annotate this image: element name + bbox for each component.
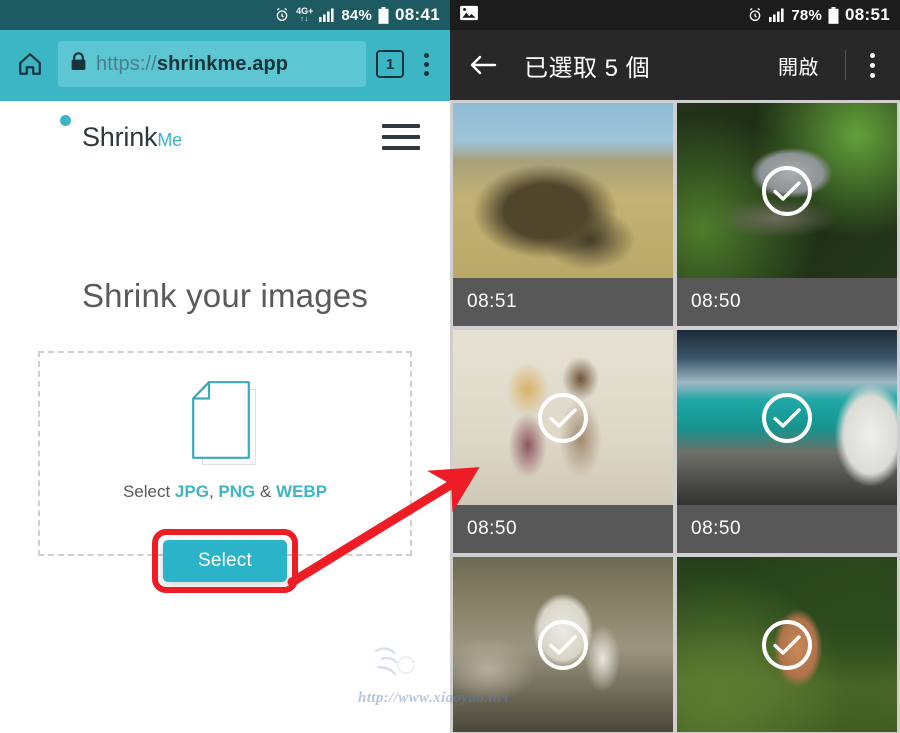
grid-item[interactable] bbox=[677, 557, 897, 732]
address-bar[interactable]: https://shrinkme.app bbox=[58, 41, 366, 87]
checkmark-circle-icon[interactable] bbox=[762, 392, 812, 443]
photo-timestamp: 08:50 bbox=[453, 505, 673, 553]
right-status-time: 08:51 bbox=[845, 5, 890, 24]
grid-item[interactable]: 08:50 bbox=[453, 330, 673, 553]
dropzone-formats-label: Select JPG, PNG & WEBP bbox=[123, 482, 327, 502]
format-png: PNG bbox=[218, 482, 256, 501]
signal-bars-icon bbox=[769, 8, 785, 22]
browser-phone-panel: 4G+ ↑↓ 84% 08:41 https://shrinkme.app 1 … bbox=[0, 0, 450, 733]
battery-icon bbox=[378, 6, 389, 24]
selection-count-title: 已選取 5 個 bbox=[524, 54, 651, 82]
document-file-icon bbox=[192, 381, 258, 465]
photo-thumbnail[interactable] bbox=[453, 330, 673, 505]
picker-menu-icon[interactable] bbox=[860, 52, 884, 78]
photo-thumbnail[interactable] bbox=[453, 557, 673, 732]
home-icon[interactable] bbox=[12, 46, 48, 82]
photo-thumbnail[interactable] bbox=[677, 330, 897, 505]
brand-name-suffix: Me bbox=[157, 129, 182, 150]
alarm-clock-icon bbox=[274, 7, 290, 23]
photo-timestamp: 08:50 bbox=[677, 505, 897, 553]
lock-icon bbox=[70, 52, 87, 76]
browser-menu-icon[interactable] bbox=[414, 52, 438, 76]
left-status-time: 08:41 bbox=[395, 5, 440, 24]
checkmark-circle-icon[interactable] bbox=[762, 619, 812, 670]
checkmark-circle-icon[interactable] bbox=[538, 392, 588, 443]
site-header: ShrinkMe bbox=[0, 101, 450, 173]
right-status-bar: 78% 08:51 bbox=[450, 0, 900, 30]
photo-timestamp: 08:51 bbox=[453, 278, 673, 326]
url-scheme: https:// bbox=[96, 52, 157, 75]
format-jpg: JPG bbox=[174, 482, 209, 501]
page-title: Shrink your images bbox=[81, 277, 369, 314]
elephant-photo bbox=[453, 103, 673, 278]
grid-item[interactable]: 08:50 bbox=[677, 330, 897, 553]
shrinkme-logo-icon bbox=[30, 115, 71, 157]
open-button[interactable]: 開啟 bbox=[766, 51, 831, 80]
dropzone-prefix: Select bbox=[122, 482, 175, 501]
battery-percent-label: 84% bbox=[341, 6, 373, 24]
gallery-picker-panel: 78% 08:51 已選取 5 個 開啟 08:51 08:50 08:50 0… bbox=[450, 0, 900, 733]
url-text: https://shrinkme.app bbox=[96, 53, 288, 76]
file-dropzone[interactable]: Select JPG, PNG & WEBP Select bbox=[38, 351, 412, 593]
select-button-wrapper: Select bbox=[152, 529, 298, 593]
browser-toolbar: https://shrinkme.app 1 bbox=[0, 30, 450, 98]
photo-thumbnail[interactable] bbox=[453, 103, 673, 278]
battery-icon bbox=[828, 6, 839, 24]
select-button[interactable]: Select bbox=[163, 540, 287, 582]
signal-bars-icon bbox=[319, 8, 335, 22]
format-webp: WEBP bbox=[276, 482, 328, 501]
checkmark-circle-icon[interactable] bbox=[538, 619, 588, 670]
appbar-divider bbox=[845, 50, 846, 80]
format-sep-2: & bbox=[255, 482, 277, 501]
notification-area bbox=[460, 5, 741, 26]
network-type-icon: 4G+ ↑↓ bbox=[296, 6, 314, 24]
hamburger-menu-icon[interactable] bbox=[382, 124, 420, 150]
format-sep-1: , bbox=[208, 482, 219, 501]
back-arrow-icon[interactable] bbox=[466, 48, 500, 82]
checkmark-circle-icon[interactable] bbox=[762, 165, 812, 216]
grid-item[interactable] bbox=[453, 557, 673, 732]
tab-counter-button[interactable]: 1 bbox=[376, 50, 404, 78]
url-host: shrinkme.app bbox=[156, 52, 289, 75]
picker-app-bar: 已選取 5 個 開啟 bbox=[450, 30, 900, 100]
brand-name-main: Shrink bbox=[82, 121, 158, 152]
photo-notification-icon bbox=[460, 5, 478, 26]
alarm-clock-icon bbox=[747, 7, 763, 23]
photo-grid: 08:51 08:50 08:50 08:50 bbox=[450, 100, 900, 733]
left-status-bar: 4G+ ↑↓ 84% 08:41 bbox=[0, 0, 450, 30]
photo-thumbnail[interactable] bbox=[677, 557, 897, 732]
brand-name: ShrinkMe bbox=[82, 122, 182, 153]
brand-logo[interactable]: ShrinkMe bbox=[30, 115, 382, 157]
screenshot-root: 4G+ ↑↓ 84% 08:41 https://shrinkme.app 1 … bbox=[0, 0, 900, 733]
grid-item[interactable]: 08:51 bbox=[453, 103, 673, 326]
battery-percent-label: 78% bbox=[791, 6, 823, 24]
photo-thumbnail[interactable] bbox=[677, 103, 897, 278]
grid-item[interactable]: 08:50 bbox=[677, 103, 897, 326]
photo-timestamp: 08:50 bbox=[677, 278, 897, 326]
